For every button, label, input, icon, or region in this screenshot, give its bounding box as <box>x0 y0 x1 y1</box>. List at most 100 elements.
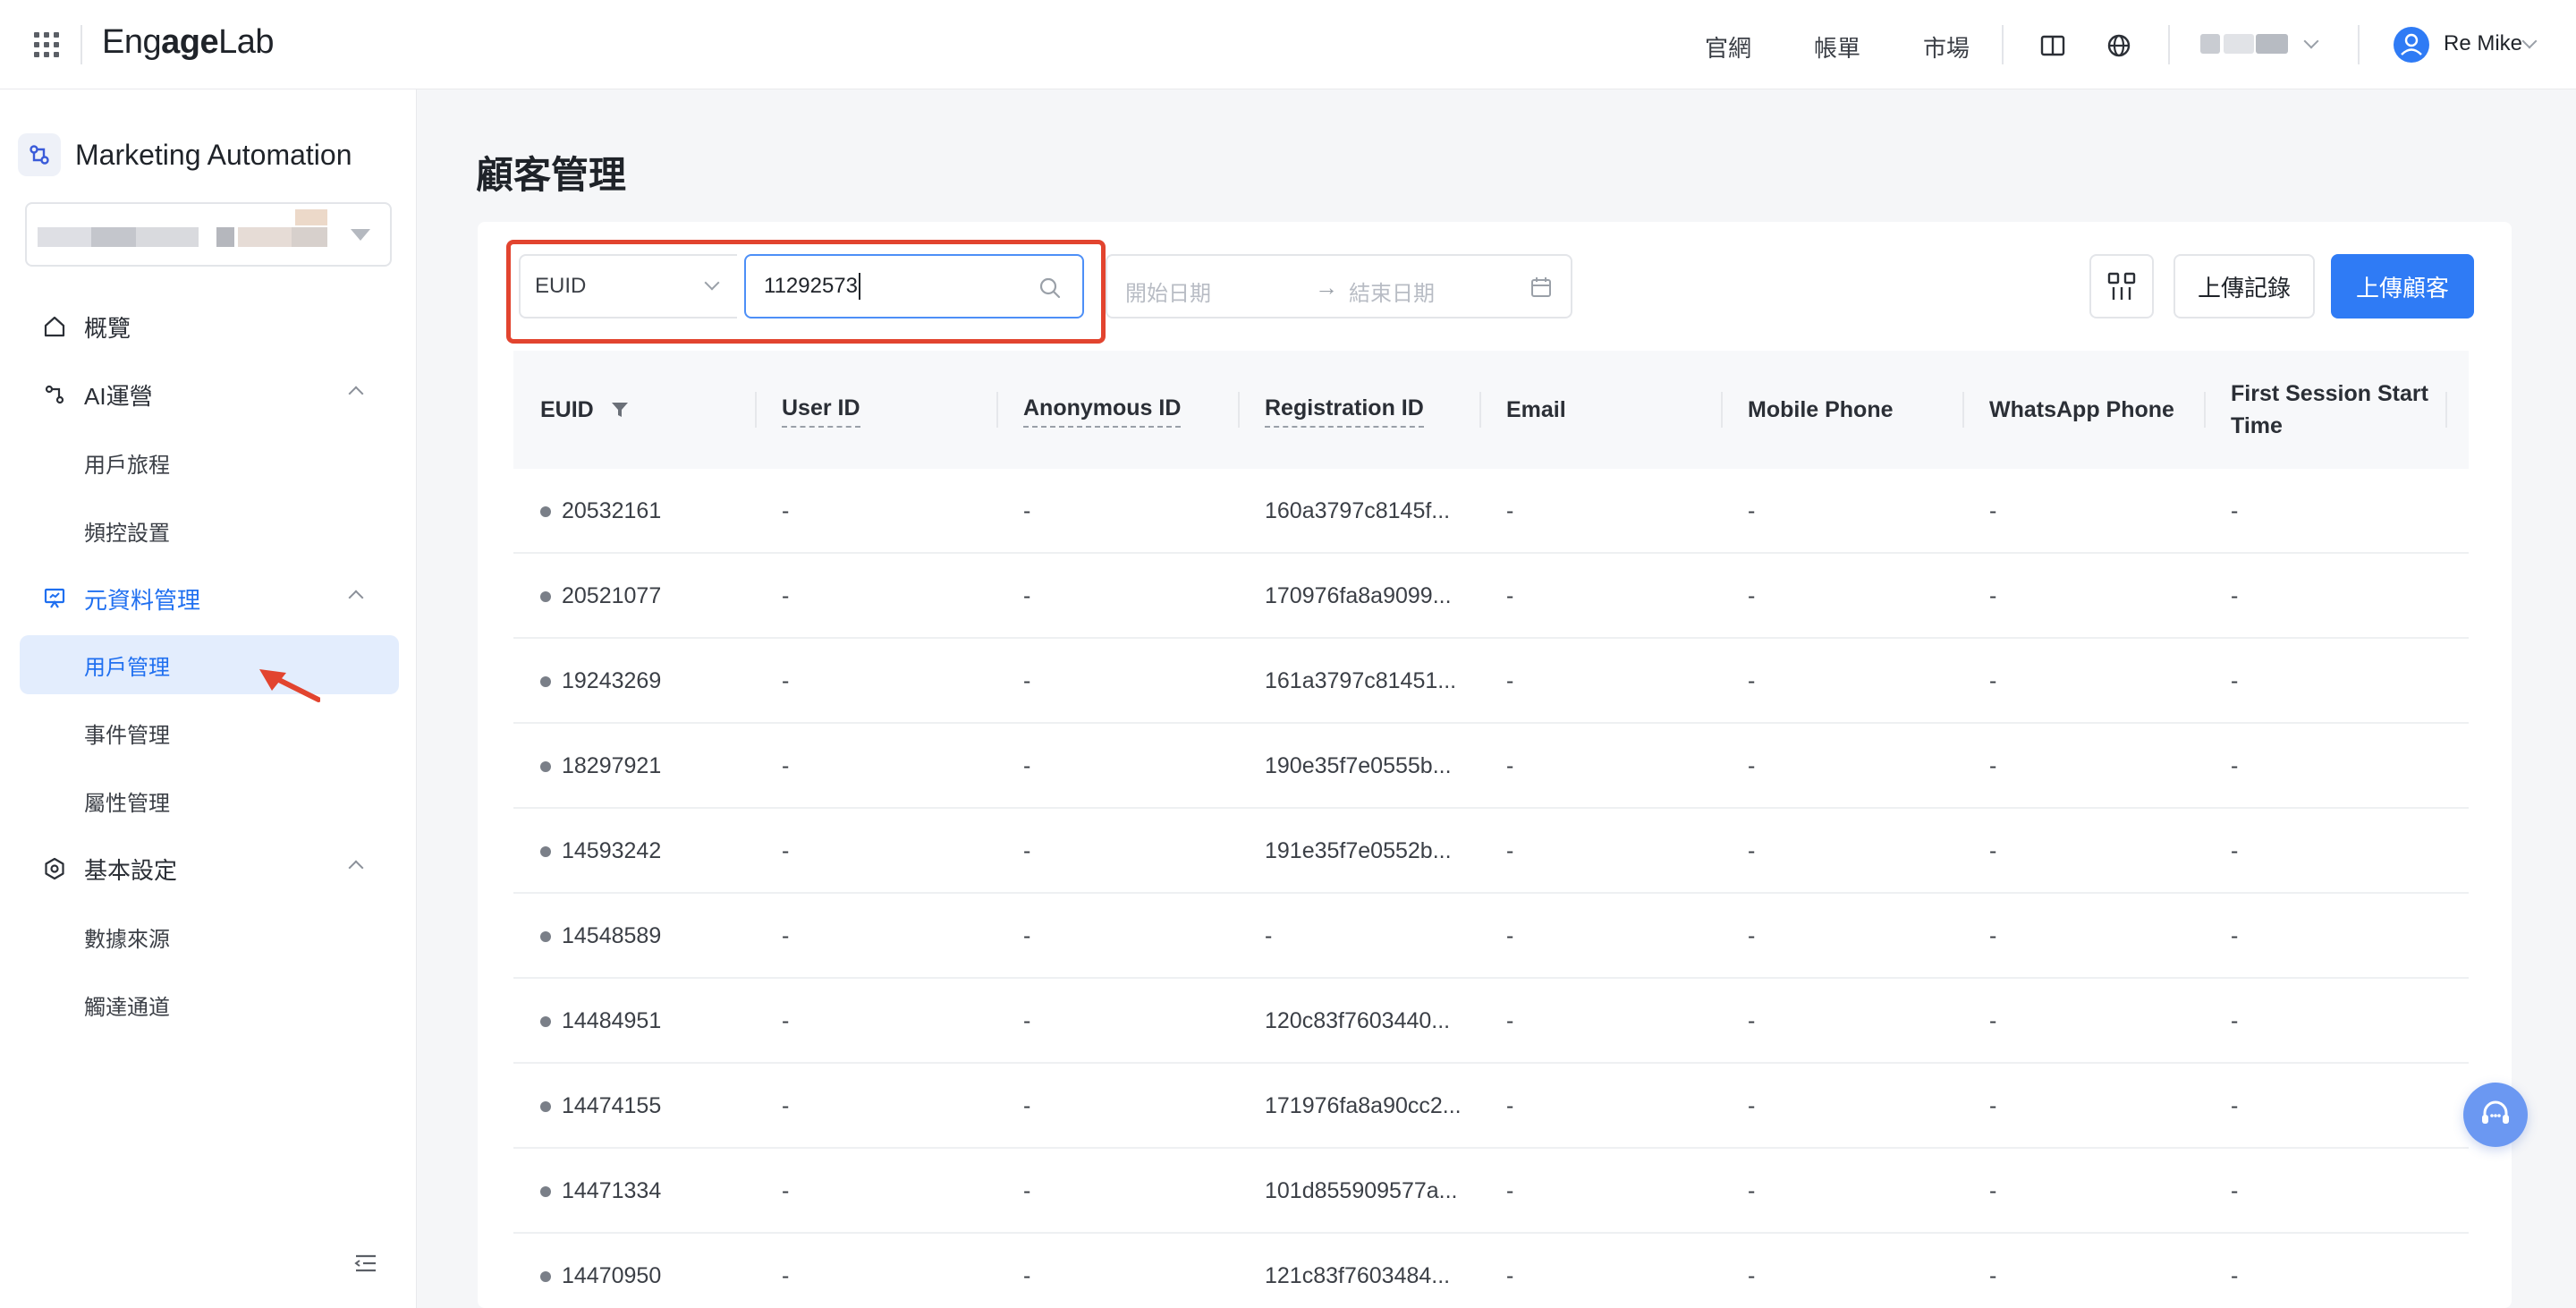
table-row[interactable]: 14548589 - - - - - - - <box>513 894 2469 979</box>
cell-value: - <box>1989 838 1997 863</box>
collapse-sidebar-icon[interactable] <box>354 1253 377 1274</box>
status-dot <box>540 590 551 602</box>
cell-value: 14471334 <box>562 1178 662 1203</box>
upload-records-button[interactable]: 上傳記錄 <box>2174 254 2315 319</box>
cell-value: - <box>1023 923 1031 948</box>
column-header-anonymous-id[interactable]: Anonymous ID <box>1023 351 1182 469</box>
cell-first-session: - <box>2231 554 2238 639</box>
upload-customers-button[interactable]: 上傳顧客 <box>2331 254 2474 319</box>
sidebar-item-overview[interactable]: 概覽 <box>20 297 399 356</box>
sidebar-group-metadata[interactable]: 元資料管理 <box>20 569 399 628</box>
sidebar-item-user-journey[interactable]: 用戶旅程 <box>20 433 399 492</box>
column-header-euid[interactable]: EUID <box>540 351 630 469</box>
sidebar-group-basic-settings[interactable]: 基本設定 <box>20 839 399 898</box>
sidebar: Marketing Automation 概覽 AI運營 用戶旅程 頻控設置 元… <box>0 89 417 1308</box>
app-grid-icon[interactable] <box>34 32 59 57</box>
cell-value: 14470950 <box>562 1263 662 1288</box>
sidebar-item-data-source[interactable]: 數據來源 <box>20 907 399 966</box>
cell-mobile-phone: - <box>1748 1234 1755 1308</box>
avatar[interactable] <box>2394 27 2429 63</box>
cell-value: - <box>782 668 790 693</box>
sidebar-item-event-management[interactable]: 事件管理 <box>20 703 399 762</box>
arrow-right-icon: → <box>1315 274 1338 301</box>
app-title: Marketing Automation <box>75 138 352 171</box>
cell-value: - <box>1748 1008 1756 1033</box>
cell-value: - <box>1023 583 1031 608</box>
filter-icon[interactable] <box>610 400 630 420</box>
column-header-registration-id[interactable]: Registration ID <box>1265 351 1424 469</box>
column-header-mobile-phone[interactable]: Mobile Phone <box>1748 351 1894 469</box>
sidebar-item-user-management[interactable]: 用戶管理 <box>20 635 399 694</box>
sidebar-item-label: 觸達通道 <box>84 995 170 1020</box>
cell-value: - <box>782 498 790 523</box>
cell-user-id: - <box>782 554 789 639</box>
table-row[interactable]: 14593242 - - 191e35f7e0552b... - - - - <box>513 809 2469 894</box>
cell-value: 18297921 <box>562 753 662 778</box>
status-dot <box>540 1100 551 1112</box>
status-dot <box>540 1270 551 1282</box>
nav-billing[interactable]: 帳單 <box>1814 30 1860 64</box>
nav-market[interactable]: 市場 <box>1923 30 1970 64</box>
docs-book-icon[interactable] <box>2039 32 2066 59</box>
cell-mobile-phone: - <box>1748 979 1755 1064</box>
table-row[interactable]: 20532161 - - 160a3797c8145f... - - - - <box>513 469 2469 554</box>
sidebar-item-label: 數據來源 <box>84 927 170 952</box>
table-row[interactable]: 14484951 - - 120c83f7603440... - - - - <box>513 979 2469 1064</box>
globe-icon[interactable] <box>2106 32 2132 59</box>
cell-value: 121c83f7603484... <box>1265 1263 1451 1288</box>
redacted-block <box>2200 34 2220 54</box>
table-row[interactable]: 14470950 - - 121c83f7603484... - - - - <box>513 1234 2469 1308</box>
table-row[interactable]: 14474155 - - 171976fa8a90cc2... - - - - <box>513 1064 2469 1149</box>
table-row[interactable]: 18297921 - - 190e35f7e0555b... - - - - <box>513 724 2469 809</box>
column-header-whatsapp-phone[interactable]: WhatsApp Phone <box>1989 351 2174 469</box>
flow-icon <box>45 385 64 404</box>
table-row[interactable]: 19243269 - - 161a3797c81451... - - - - <box>513 639 2469 724</box>
sidebar-item-frequency-control[interactable]: 頻控設置 <box>20 501 399 560</box>
column-separator <box>1479 392 1481 428</box>
sidebar-item-label: 基本設定 <box>84 856 178 884</box>
cell-value: - <box>1023 1263 1031 1288</box>
column-separator <box>2204 392 2206 428</box>
cell-anonymous-id: - <box>1023 894 1030 979</box>
cell-email: - <box>1506 639 1513 724</box>
cell-value: - <box>1748 1178 1756 1203</box>
app-header: Marketing Automation <box>18 132 352 177</box>
cell-value: - <box>1748 583 1756 608</box>
cell-value: - <box>1748 1093 1756 1118</box>
sidebar-item-reach-channel[interactable]: 觸達通道 <box>20 975 399 1034</box>
cell-whatsapp-phone: - <box>1989 1149 1996 1234</box>
cell-email: - <box>1506 1064 1513 1149</box>
user-name[interactable]: Re Mike <box>2444 31 2522 56</box>
table-row[interactable]: 14471334 - - 101d855909577a... - - - - <box>513 1149 2469 1234</box>
column-header-email[interactable]: Email <box>1506 351 1566 469</box>
column-settings-button[interactable] <box>2089 254 2154 319</box>
user-icon <box>2401 33 2422 55</box>
start-date-input[interactable]: 開始日期 <box>1125 276 1211 307</box>
column-header-first-session[interactable]: First Session Start Time <box>2231 351 2454 469</box>
cell-value: 19243269 <box>562 668 662 693</box>
engagelab-logo[interactable]: EngageLab <box>102 23 275 62</box>
cell-whatsapp-phone: - <box>1989 469 1996 554</box>
customer-support-button[interactable] <box>2463 1083 2528 1147</box>
cell-value: - <box>1989 498 1997 523</box>
column-header-user-id[interactable]: User ID <box>782 351 860 469</box>
sidebar-item-label: AI運營 <box>84 382 153 410</box>
cell-value: - <box>1989 753 1997 778</box>
end-date-input[interactable]: 結束日期 <box>1349 276 1435 307</box>
date-range-picker[interactable]: 開始日期 → 結束日期 <box>1106 254 1572 319</box>
cell-value: - <box>1989 668 1997 693</box>
chevron-down-icon[interactable] <box>2521 33 2538 49</box>
cell-anonymous-id: - <box>1023 554 1030 639</box>
cell-mobile-phone: - <box>1748 894 1755 979</box>
column-header-label: Anonymous ID <box>1023 392 1182 428</box>
organization-select[interactable] <box>25 202 392 267</box>
sidebar-item-attribute-management[interactable]: 屬性管理 <box>20 771 399 830</box>
sidebar-group-ai-ops[interactable]: AI運營 <box>20 365 399 424</box>
cell-euid: 14548589 <box>540 894 661 979</box>
cell-value: - <box>1748 498 1756 523</box>
table-row[interactable]: 20521077 - - 170976fa8a9099... - - - - <box>513 554 2469 639</box>
cell-euid: 14474155 <box>540 1064 661 1149</box>
cell-value: - <box>1023 838 1031 863</box>
cell-anonymous-id: - <box>1023 979 1030 1064</box>
nav-official-site[interactable]: 官網 <box>1705 30 1751 64</box>
